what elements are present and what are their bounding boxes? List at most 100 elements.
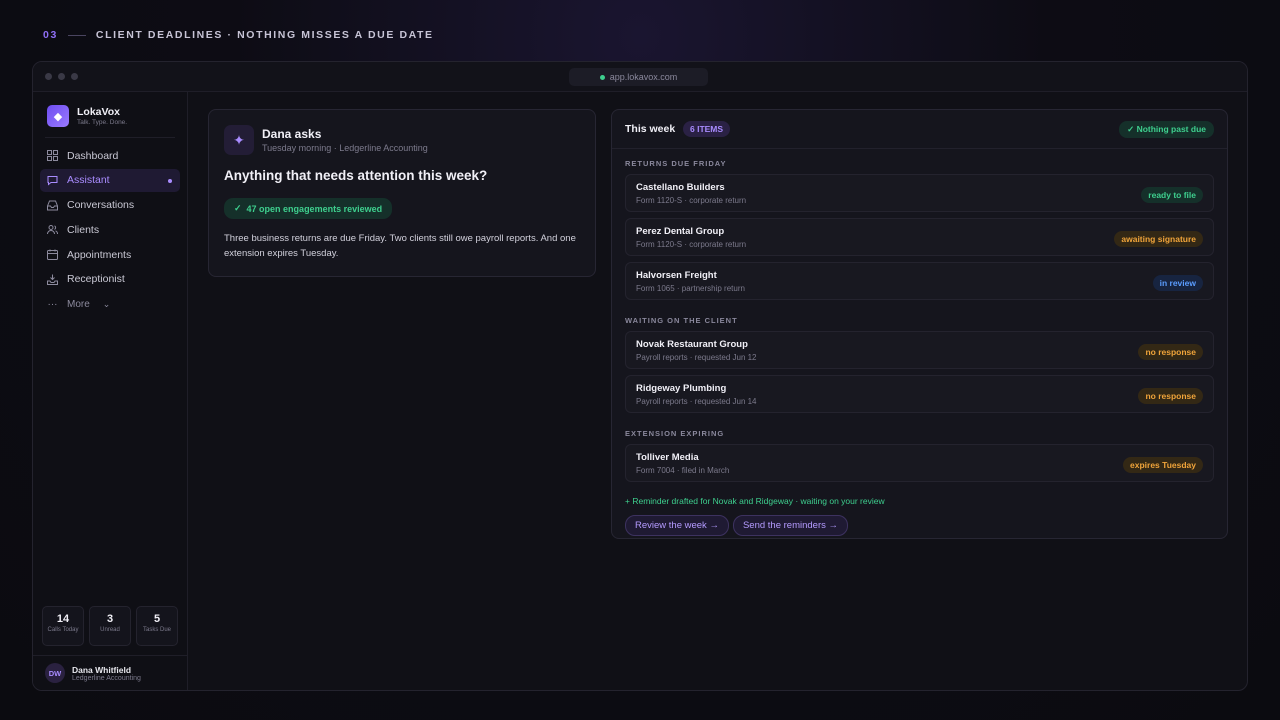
client-name: Novak Restaurant Group: [636, 339, 748, 350]
users-icon: [47, 224, 58, 235]
sidebar-item-label: Receptionist: [67, 273, 125, 286]
reviewed-badge: ✓ 47 open engagements reviewed: [224, 198, 393, 219]
client-name: Halvorsen Freight: [636, 270, 717, 281]
this-week-card: This week 6 ITEMS ✓ Nothing past due RET…: [611, 109, 1228, 539]
this-week-header: This week 6 ITEMS ✓ Nothing past due: [612, 110, 1227, 149]
window-controls: [45, 73, 78, 80]
button-label: Review the week: [635, 520, 707, 531]
stat-value: 14: [56, 613, 70, 625]
sidebar-item-clients[interactable]: Clients: [40, 218, 180, 241]
sidebar-item-appointments[interactable]: Appointments: [40, 243, 180, 266]
section-label-extension: EXTENSION EXPIRING: [625, 429, 725, 438]
inbox-icon: [47, 200, 58, 211]
list-item[interactable]: Castellano Builders Form 1120-S · corpor…: [625, 174, 1214, 212]
window-maximize-dot[interactable]: [71, 73, 78, 80]
window-titlebar: app.lokavox.com: [33, 62, 1247, 92]
sidebar-item-receptionist[interactable]: Receptionist: [40, 268, 180, 291]
stat-label: Calls Today: [47, 627, 79, 633]
stat-label: Tasks Due: [142, 627, 171, 633]
asker-context: Tuesday morning · Ledgerline Accounting: [262, 143, 428, 153]
user-divider: [33, 655, 187, 656]
list-item[interactable]: Ridgeway Plumbing Payroll reports · requ…: [625, 375, 1214, 413]
calendar-icon: [47, 249, 58, 261]
asker-name: Dana asks: [262, 127, 322, 141]
brand-logo-icon: ◆: [47, 105, 69, 127]
slide-rule: [67, 34, 86, 36]
address-text: app.lokavox.com: [609, 72, 678, 82]
window-minimize-dot[interactable]: [58, 73, 65, 80]
grid-icon: [47, 150, 58, 161]
client-name: Ridgeway Plumbing: [636, 383, 727, 394]
window-close-dot[interactable]: [45, 73, 52, 80]
button-label: Send the reminders: [742, 520, 826, 531]
phone-icon: [47, 274, 58, 285]
sparkle-icon: ✦: [224, 125, 254, 155]
item-count-badge: 6 ITEMS: [683, 121, 731, 137]
list-item[interactable]: Perez Dental Group Form 1120-S · corpora…: [625, 218, 1214, 256]
brand-name: LokaVox: [77, 106, 120, 118]
sidebar-item-assistant[interactable]: Assistant: [40, 168, 180, 192]
question-header: ✦ Dana asks Tuesday morning · Ledgerline…: [209, 110, 595, 155]
sidebar-item-conversations[interactable]: Conversations: [40, 194, 180, 217]
status-badge: no response: [1138, 344, 1203, 360]
active-indicator: [168, 178, 172, 183]
client-detail: Form 7004 · filed in March: [636, 466, 730, 475]
arrow-right-icon: →: [709, 520, 719, 531]
status-badge: no response: [1138, 388, 1203, 404]
client-name: Perez Dental Group: [636, 226, 725, 237]
check-icon: ✓: [1127, 124, 1137, 134]
status-text: Nothing past due: [1136, 124, 1206, 134]
client-detail: Payroll reports · requested Jun 12: [636, 353, 757, 362]
section-label-returns: RETURNS DUE FRIDAY: [625, 159, 727, 168]
chat-icon: [47, 175, 58, 186]
address-bar[interactable]: app.lokavox.com: [569, 68, 708, 86]
brand-tagline: Talk. Type. Done.: [77, 119, 128, 126]
sidebar-item-more[interactable]: ··· More ⌄: [40, 293, 180, 316]
list-item[interactable]: Halvorsen Freight Form 1065 · partnershi…: [625, 262, 1214, 300]
sidebar-nav: Dashboard Assistant Conversations Client…: [33, 138, 187, 316]
chevron-down-icon: ⌄: [102, 298, 111, 309]
client-detail: Form 1120-S · corporate return: [636, 240, 747, 249]
user-profile[interactable]: DW Dana Whitfield Ledgerline Accounting: [45, 663, 141, 683]
client-detail: Payroll reports · requested Jun 14: [636, 397, 757, 406]
sidebar-item-label: Appointments: [67, 248, 132, 261]
stat-calls-today[interactable]: 14 Calls Today: [42, 606, 84, 646]
arrow-right-icon: →: [828, 520, 839, 531]
send-reminders-button[interactable]: Send the reminders →: [732, 515, 849, 536]
stat-value: 3: [106, 613, 114, 625]
brand[interactable]: ◆ LokaVox Talk. Type. Done.: [33, 92, 187, 127]
status-badge: awaiting signature: [1114, 231, 1203, 247]
reminder-note: + Reminder drafted for Novak and Ridgewa…: [625, 496, 885, 506]
avatar: DW: [45, 663, 65, 683]
slide-number: 03: [43, 29, 58, 41]
secure-indicator-icon: [599, 74, 605, 80]
sidebar-item-dashboard[interactable]: Dashboard: [40, 144, 180, 167]
client-name: Castellano Builders: [636, 182, 725, 193]
user-name: Dana Whitfield: [72, 664, 132, 675]
section-label-waiting: WAITING ON THE CLIENT: [625, 316, 738, 325]
stat-unread[interactable]: 3 Unread: [89, 606, 131, 646]
action-buttons: Review the week → Send the reminders →: [612, 506, 1227, 536]
user-org: Ledgerline Accounting: [72, 674, 141, 682]
stat-tasks-due[interactable]: 5 Tasks Due: [136, 606, 178, 646]
stat-value: 5: [153, 613, 161, 625]
sidebar-item-label: Conversations: [67, 199, 135, 212]
client-detail: Form 1065 · partnership return: [636, 284, 745, 293]
this-week-title: This week: [625, 123, 676, 135]
slide-title: CLIENT DEADLINES · NOTHING MISSES A DUE …: [95, 29, 434, 41]
question-card: ✦ Dana asks Tuesday morning · Ledgerline…: [208, 109, 596, 277]
status-badge: expires Tuesday: [1123, 457, 1203, 473]
client-detail: Form 1120-S · corporate return: [636, 196, 747, 205]
sidebar-item-label: Clients: [67, 223, 100, 236]
list-item[interactable]: Tolliver Media Form 7004 · filed in Marc…: [625, 444, 1214, 482]
list-item[interactable]: Novak Restaurant Group Payroll reports ·…: [625, 331, 1214, 369]
sidebar-item-label: Assistant: [67, 174, 110, 187]
status-badge: in review: [1152, 275, 1203, 291]
ellipsis-icon: ···: [47, 298, 58, 310]
sidebar: ◆ LokaVox Talk. Type. Done. Dashboard As…: [33, 92, 188, 690]
sidebar-item-label: Dashboard: [67, 149, 119, 162]
app-window: app.lokavox.com ◆ LokaVox Talk. Type. Do…: [32, 61, 1248, 691]
review-week-button[interactable]: Review the week →: [625, 515, 729, 536]
stat-label: Unread: [100, 627, 120, 633]
status-badge: ready to file: [1141, 187, 1203, 203]
